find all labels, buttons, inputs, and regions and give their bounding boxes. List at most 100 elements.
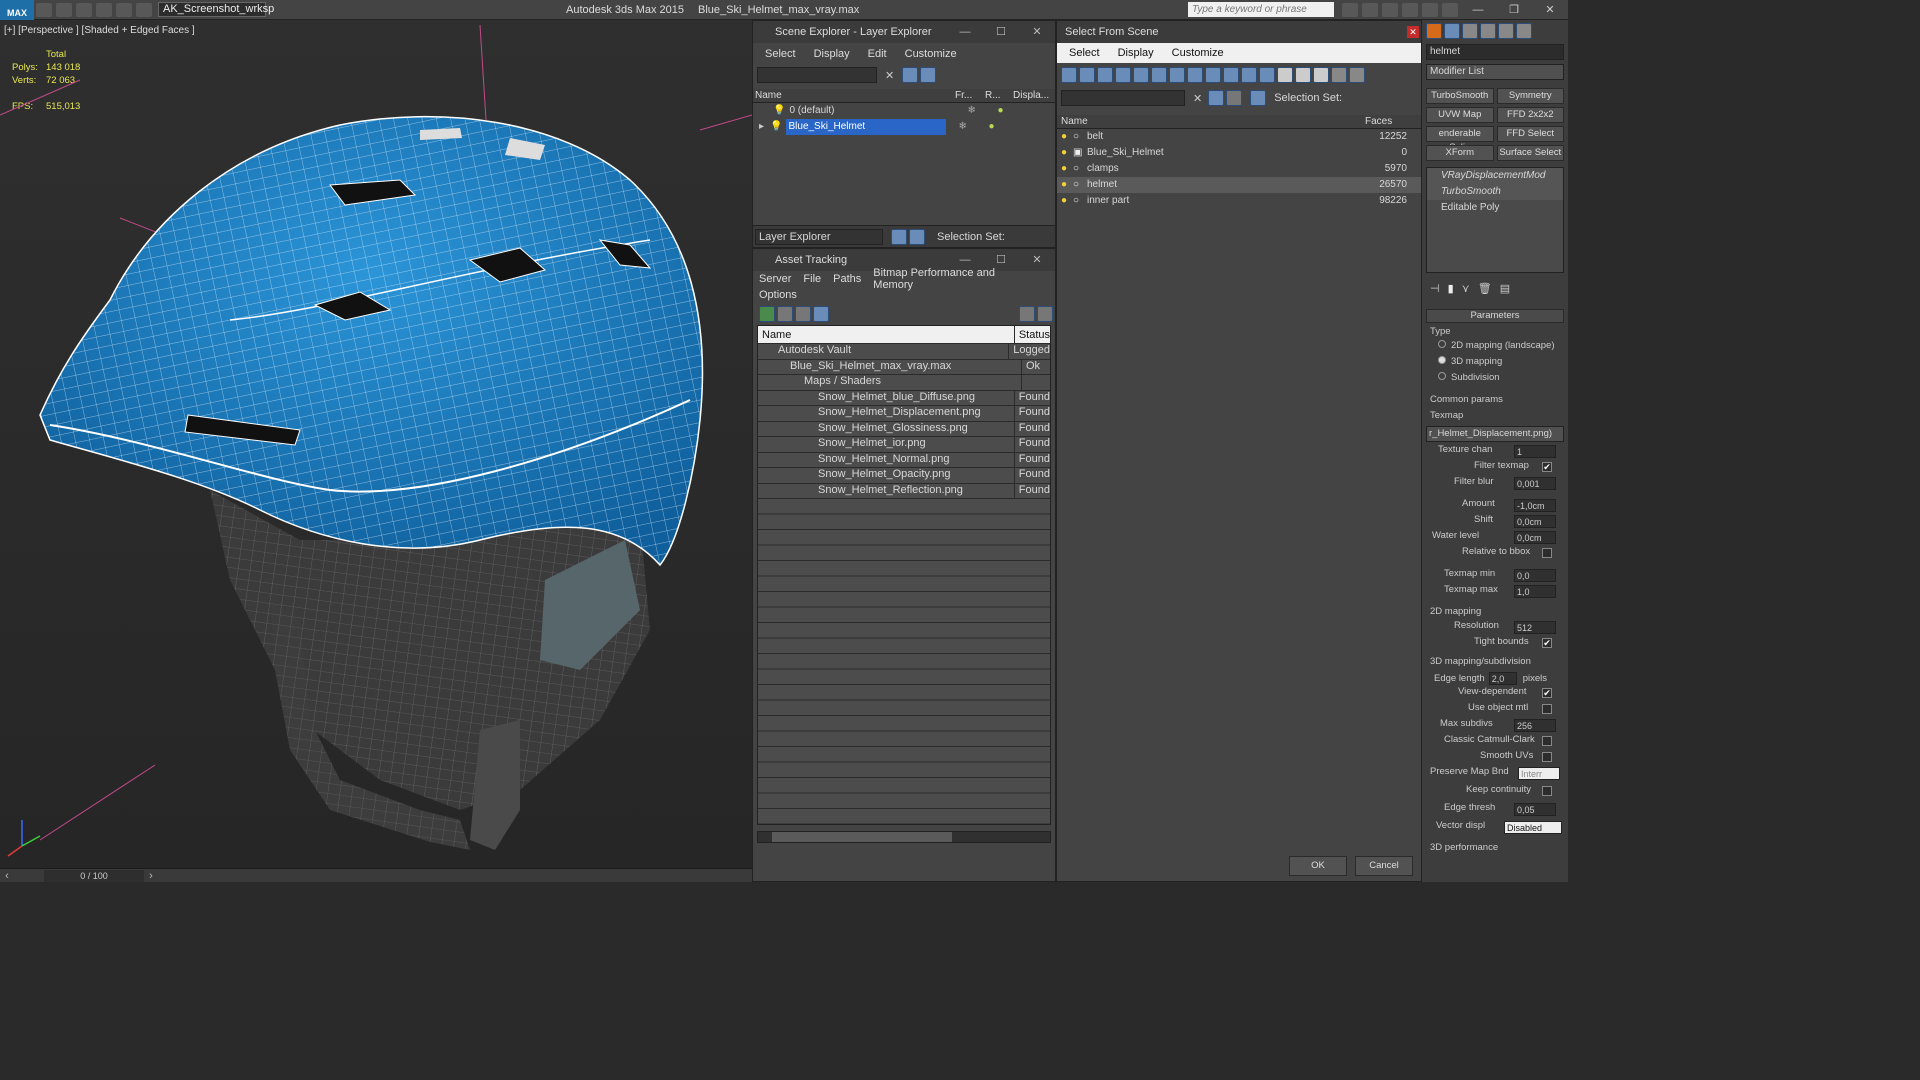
display-tab-icon[interactable] (1498, 23, 1514, 39)
turbosmooth-button[interactable]: TurboSmooth (1426, 88, 1494, 104)
performance-rollout[interactable]: 3D performance (1422, 842, 1568, 856)
stack-item-vraydisplacement[interactable]: VRayDisplacementMod (1427, 168, 1563, 184)
horizontal-scrollbar[interactable] (757, 831, 1051, 843)
modifier-list-dropdown[interactable]: Modifier List (1426, 64, 1564, 80)
hierarchy-icon[interactable] (909, 228, 925, 245)
select-search-input[interactable] (1061, 90, 1185, 106)
type-3d-option[interactable]: 3D mapping (1422, 356, 1568, 372)
scene-object-row[interactable]: ● ○ clamps 5970 (1057, 161, 1421, 177)
close-button[interactable]: ✕ (1019, 21, 1055, 43)
render-icon[interactable]: ● (988, 119, 1016, 135)
close-window-button[interactable]: ✕ (1532, 3, 1568, 16)
new-file-icon[interactable] (36, 2, 52, 17)
light-bulb-icon[interactable]: ● (1061, 177, 1073, 193)
classic-catmull-checkbox[interactable] (1542, 736, 1552, 746)
menu-display[interactable]: Display (1118, 47, 1154, 59)
col-render[interactable]: R... (985, 90, 1013, 101)
frozen-filter-icon[interactable] (1241, 67, 1257, 83)
layer-row[interactable]: 💡 0 (default) ❄ ● (753, 103, 1055, 119)
hierarchy-tab-icon[interactable] (1462, 23, 1478, 39)
resolution-spinner[interactable]: 512 (1514, 621, 1556, 634)
use-object-mtl-checkbox[interactable] (1542, 704, 1552, 714)
select-none-icon[interactable] (1295, 67, 1311, 83)
search-input[interactable]: Type a keyword or phrase (1188, 2, 1334, 17)
clear-filter-icon[interactable]: ✕ (885, 69, 894, 82)
redo-icon[interactable] (116, 2, 132, 17)
water-level-spinner[interactable]: 0,0cm (1514, 531, 1556, 544)
camera-filter-icon[interactable] (1115, 67, 1131, 83)
thumbnail-icon[interactable] (795, 306, 811, 322)
col-frozen[interactable]: Fr... (955, 90, 985, 101)
smooth-uvs-checkbox[interactable] (1542, 752, 1552, 762)
subscription-icon[interactable] (1382, 2, 1398, 17)
filter-blur-spinner[interactable]: 0,001 (1514, 477, 1556, 490)
select-titlebar[interactable]: Select From Scene ✕ (1057, 21, 1421, 43)
layer-mode-icon[interactable] (891, 228, 907, 245)
asset-row[interactable]: Blue_Ski_Helmet_max_vray.max Ok (758, 359, 1050, 375)
max-subdivs-spinner[interactable]: 256 (1514, 719, 1556, 732)
relative-bbox-checkbox[interactable] (1542, 548, 1552, 558)
binoculars-icon[interactable] (1342, 2, 1358, 17)
ok-button[interactable]: OK (1289, 856, 1347, 876)
col-display[interactable]: Displa... (1013, 90, 1053, 101)
layer-options-icon[interactable] (920, 67, 937, 83)
open-file-icon[interactable] (56, 2, 72, 17)
freeze-icon[interactable]: ❄ (958, 119, 988, 135)
ffd-2x2x2-button[interactable]: FFD 2x2x2 (1496, 107, 1564, 123)
spacewarp-filter-icon[interactable] (1151, 67, 1167, 83)
menu-server[interactable]: Server (759, 273, 791, 285)
pin-stack-icon[interactable]: ⊣ (1430, 282, 1440, 295)
parameters-rollout[interactable]: Parameters (1426, 309, 1564, 323)
helmet-model[interactable] (0, 20, 752, 868)
make-unique-icon[interactable]: ⋎ (1462, 282, 1470, 295)
asset-row[interactable]: Snow_Helmet_Opacity.png Found (758, 468, 1050, 484)
show-end-result-icon[interactable]: ▮ (1448, 282, 1454, 295)
menu-select[interactable]: Select (1069, 47, 1100, 59)
clear-search-icon[interactable]: ✕ (1193, 92, 1202, 105)
filter-icon[interactable] (1208, 90, 1225, 106)
menu-customize[interactable]: Customize (905, 48, 957, 60)
close-x-icon[interactable] (1422, 2, 1438, 17)
helper-filter-icon[interactable] (1133, 67, 1149, 83)
scene-object-row[interactable]: ● ○ inner part 98226 (1057, 193, 1421, 209)
col-name[interactable]: Name (758, 326, 1015, 343)
asset-row[interactable]: Snow_Helmet_ior.png Found (758, 437, 1050, 453)
col-status[interactable]: Status (1015, 326, 1050, 343)
light-bulb-icon[interactable]: 💡 (770, 119, 782, 135)
layer-mode-icon[interactable] (1226, 90, 1243, 106)
settings-icon[interactable] (1037, 306, 1053, 322)
freeze-icon[interactable]: ❄ (967, 103, 997, 119)
asset-row[interactable]: Snow_Helmet_Reflection.png Found (758, 483, 1050, 499)
view-dependent-checkbox[interactable]: ✔ (1542, 688, 1552, 698)
radio-icon[interactable] (1438, 340, 1446, 348)
select-all-icon[interactable] (1277, 67, 1293, 83)
object-name-field[interactable]: helmet (1426, 44, 1564, 60)
render-icon[interactable]: ● (997, 103, 1025, 119)
close-button[interactable]: ✕ (1407, 26, 1419, 38)
menu-paths[interactable]: Paths (833, 273, 861, 285)
scene-object-row-selected[interactable]: ● ○ helmet 26570 (1057, 177, 1421, 193)
save-file-icon[interactable] (76, 2, 92, 17)
menu-options[interactable]: Options (759, 289, 797, 301)
prev-frame-icon[interactable]: ‹ (0, 870, 14, 882)
filter-icon[interactable] (902, 67, 919, 83)
texmap-max-spinner[interactable]: 1,0 (1514, 585, 1556, 598)
menu-bitmap-performance[interactable]: Bitmap Performance and Memory (873, 267, 1037, 291)
hierarchy-filter-icon[interactable] (1349, 67, 1365, 83)
keep-continuity-checkbox[interactable] (1542, 786, 1552, 796)
tight-bounds-checkbox[interactable]: ✔ (1542, 638, 1552, 648)
geometry-filter-icon[interactable] (1061, 67, 1077, 83)
frame-counter[interactable]: 0 / 100 (44, 869, 144, 882)
undo-icon[interactable] (96, 2, 112, 17)
help-icon[interactable] (1442, 2, 1458, 17)
xform-button[interactable]: XForm (1426, 145, 1494, 161)
hierarchy-icon[interactable] (1250, 90, 1267, 106)
col-name[interactable]: Name (753, 90, 955, 101)
edge-length-spinner[interactable]: 2,0 (1488, 671, 1517, 685)
cancel-button[interactable]: Cancel (1355, 856, 1413, 876)
light-bulb-icon[interactable]: ● (1061, 129, 1073, 145)
light-filter-icon[interactable] (1097, 67, 1113, 83)
filter-texmap-checkbox[interactable]: ✔ (1542, 462, 1552, 472)
maximize-button[interactable]: ☐ (983, 21, 1019, 43)
preserve-map-bnd-dropdown[interactable]: Interr (1518, 767, 1560, 780)
